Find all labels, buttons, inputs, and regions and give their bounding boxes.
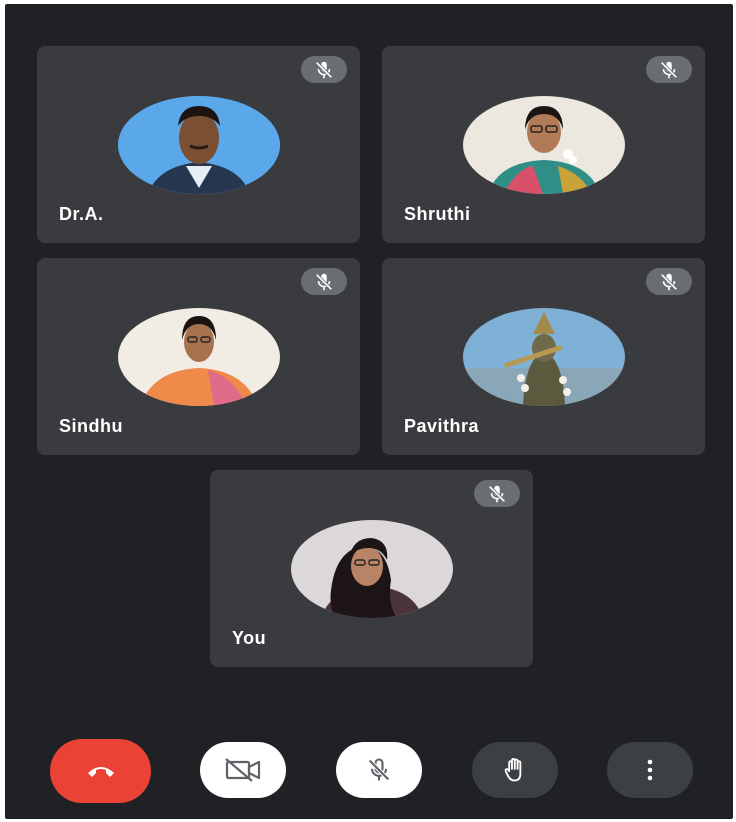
camera-toggle-button[interactable] (200, 742, 286, 798)
avatar (462, 96, 625, 194)
participant-name: Dr.A. (59, 204, 104, 224)
participant-name: Sindhu (59, 416, 123, 436)
camera-off-icon (225, 758, 261, 782)
mic-off-icon (315, 61, 333, 78)
participant-name: Shruthi (404, 204, 471, 224)
avatar (117, 96, 280, 194)
mic-off-icon (660, 61, 678, 78)
phone-hangup-icon (87, 767, 114, 777)
avatar (117, 308, 280, 406)
meeting-screen: Dr.A. Shruthi Sindhu Pavithra You (5, 4, 733, 819)
avatar (290, 520, 453, 618)
avatar (462, 308, 625, 406)
mic-off-icon (488, 485, 506, 502)
participant-tile-self[interactable]: You (210, 470, 533, 667)
participant-tile[interactable]: Pavithra (382, 258, 705, 455)
raise-hand-icon (504, 757, 522, 782)
mic-off-icon (315, 273, 333, 290)
more-options-button[interactable] (607, 742, 693, 798)
muted-badge (646, 56, 692, 83)
mic-off-icon (660, 273, 678, 290)
end-call-button[interactable] (50, 739, 151, 803)
participant-name: You (232, 628, 267, 648)
muted-badge (646, 268, 692, 295)
participant-tile[interactable]: Shruthi (382, 46, 705, 243)
participant-name: Pavithra (404, 416, 480, 436)
participant-tile[interactable]: Sindhu (37, 258, 360, 455)
more-vertical-icon (647, 759, 653, 781)
call-controls (5, 739, 733, 803)
muted-badge (301, 56, 347, 83)
mic-toggle-button[interactable] (336, 742, 422, 798)
participant-tile[interactable]: Dr.A. (37, 46, 360, 243)
muted-badge (474, 480, 520, 507)
mic-off-icon (368, 758, 390, 781)
muted-badge (301, 268, 347, 295)
raise-hand-button[interactable] (472, 742, 558, 798)
